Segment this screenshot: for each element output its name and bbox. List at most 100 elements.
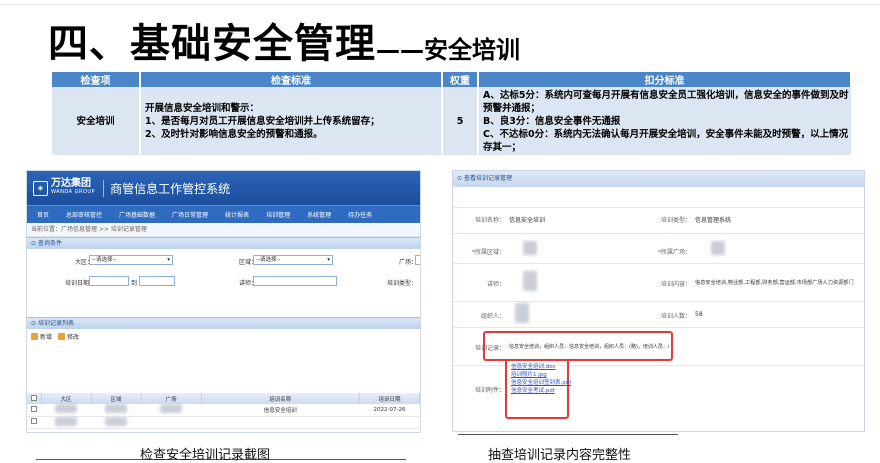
edit-button[interactable]: 修改 [58,332,79,341]
grid-header-check [27,393,42,404]
training-name-value: 信息安全培训 [509,217,546,224]
redacted-region [55,404,77,414]
weight-cell: 5 [441,87,478,155]
row-divider [453,301,864,302]
system-header: ◈ 万达集团 WANDA GROUP 商管信息工作管控系统 [27,171,420,205]
row-check-cell [27,404,41,417]
attendance-label: 培训人数： [660,313,691,320]
row-checkbox[interactable] [31,418,37,424]
row-divider [453,233,864,234]
grid-header-area: 区域 [91,393,142,404]
slide-title: 四、基础安全管理 —— 安全培训 [48,12,520,72]
nav-system[interactable]: 系统管理 [307,210,331,219]
record-label: 培训记录： [474,345,505,352]
logo-en: WANDA GROUP [51,189,96,195]
search-section-header: ⊙ 查询条件 [27,237,420,249]
row-name-cell [201,416,360,429]
row-divider [453,207,864,208]
logo-cn: 万达集团 [51,178,91,189]
redacted-area [105,416,127,426]
nav-reports[interactable]: 统计报表 [225,210,249,219]
date-to-input[interactable] [139,276,175,286]
attendance-value: 58 [695,311,703,318]
lecturer-label: 讲师： [486,281,505,288]
header-weight: 权重 [442,72,479,87]
select-all-checkbox[interactable] [30,394,37,401]
nav-training[interactable]: 培训管理 [266,210,290,219]
attachment-link[interactable]: 信息安全培训.doc [511,363,571,371]
lecturer-input[interactable] [253,276,337,286]
type-label: 培训类型： [387,280,418,287]
attachment-link[interactable]: 信息安全考试.pdf [511,387,571,395]
area-select[interactable]: --请选择-- ▾ [253,255,333,265]
top-divider [0,4,880,5]
plaza-select[interactable] [415,255,420,265]
content-label: 培训内容： [660,281,691,288]
header-item: 检查项 [52,72,141,87]
company-logo: 万达集团 WANDA GROUP [51,179,95,197]
grid-header-region: 大区 [41,393,92,404]
grid-header-plaza: 广场 [141,393,202,404]
breadcrumb: 当前位置：广场信息管理 >> 培训记录管理 [27,223,420,237]
grid-header-name: 培训名称 [201,393,360,404]
redacted-area [105,404,127,414]
training-name-label: 培训名称： [474,217,505,224]
nav-hq-review[interactable]: 总部审核管控 [66,210,102,219]
region-select-value: --请选择-- [92,257,117,263]
criteria-table: 检查项 检查标准 权重 扣分标准 安全培训 开展信息安全培训和警示： 1、是否每… [52,72,852,155]
row-region-cell [41,404,91,417]
item-cell: 安全培训 [52,87,140,155]
table-row[interactable]: 信息安全培训 2022-07-26 [27,404,420,417]
scoring-cell: A、达标5分：系统内可查每月开展有信息安全员工强化培训，信息安全的事件做到及时预… [477,87,851,155]
header-standard: 检查标准 [140,72,443,87]
caption-right: 抽查培训记录内容完整性 [488,448,632,463]
training-type-label: 培训类型： [660,217,691,224]
redacted-region [523,241,537,255]
plaza-label-text: 所属广场： [660,249,691,256]
training-detail-screenshot: ⊙ 查看培训记录管理 培训名称： 信息安全培训 培训类型： 信息管理系统 *所属… [452,170,865,432]
attachment-link[interactable]: 培训照片1.jpg [511,371,571,379]
detail-panel-title-text: 查看培训记录管理 [463,175,512,182]
standard-line: 2、及时针对影响信息安全的预警和通报。 [145,128,323,140]
region-label-text: 所属区域： [474,249,505,256]
region-select[interactable]: --请选择-- ▾ [89,255,173,265]
row-date-cell [359,416,420,429]
add-label: 新增 [40,333,53,341]
area-select-value: --请选择-- [256,257,281,263]
attachment-label: 培训附件： [474,387,505,394]
nav-home[interactable]: 首页 [37,210,49,219]
row-checkbox[interactable] [31,405,37,412]
region-label: *所属区域： [471,249,505,256]
table-row[interactable] [27,416,420,429]
criteria-header-row: 检查项 检查标准 权重 扣分标准 [52,72,852,87]
redacted-lecturer [523,271,537,291]
system-name: 商管信息工作管控系统 [103,179,230,197]
nav-plaza-daily[interactable]: 广场日常管理 [172,210,208,219]
standard-line: 1、是否每月对员工开展信息安全培训并上传系统留存； [145,115,380,127]
chevron-down-icon: ▾ [327,257,330,263]
header-scoring: 扣分标准 [478,72,852,87]
list-section-title: 培训记录列表 [37,320,74,327]
list-section-header: ⊙ 培训记录列表 [27,317,420,329]
row-divider [453,327,864,328]
attachment-list: 信息安全培训.doc 培训照片1.jpg 信息安全培训签到表.pdf 信息安全考… [511,363,571,395]
row-area-cell [91,404,141,417]
scoring-line: C、不达标0分：系统内无法确认每月开展安全培训，安全事件未能及时预警，以上情况存… [483,128,849,153]
title-sub: 安全培训 [424,36,520,64]
grid-header-row: 大区 区域 广场 培训名称 培训日期 [27,393,420,404]
row-region-cell [41,416,91,429]
nav-todo[interactable]: 待办任务 [348,210,372,219]
date-from-input[interactable] [89,276,129,286]
training-type-value: 信息管理系统 [695,217,732,224]
nav-plaza-data[interactable]: 广场基础数据 [119,210,155,219]
add-button[interactable]: 新增 [31,332,52,341]
slide: 四、基础安全管理 —— 安全培训 检查项 检查标准 权重 扣分标准 安全培训 开… [0,0,880,463]
redacted-region [55,416,77,426]
list-toolbar: 新增 修改 [27,329,420,343]
content-value: 信息安全培训,物业部,工程部,财务部,营运部,市场部广场人力资源部门 [695,280,854,286]
wanda-logo-icon: ◈ [33,180,48,196]
caption-divider-right [458,434,678,435]
detail-panel-title: ⊙ 查看培训记录管理 [453,171,864,187]
title-dash: —— [376,36,424,64]
attachment-link[interactable]: 信息安全培训签到表.pdf [511,379,571,387]
